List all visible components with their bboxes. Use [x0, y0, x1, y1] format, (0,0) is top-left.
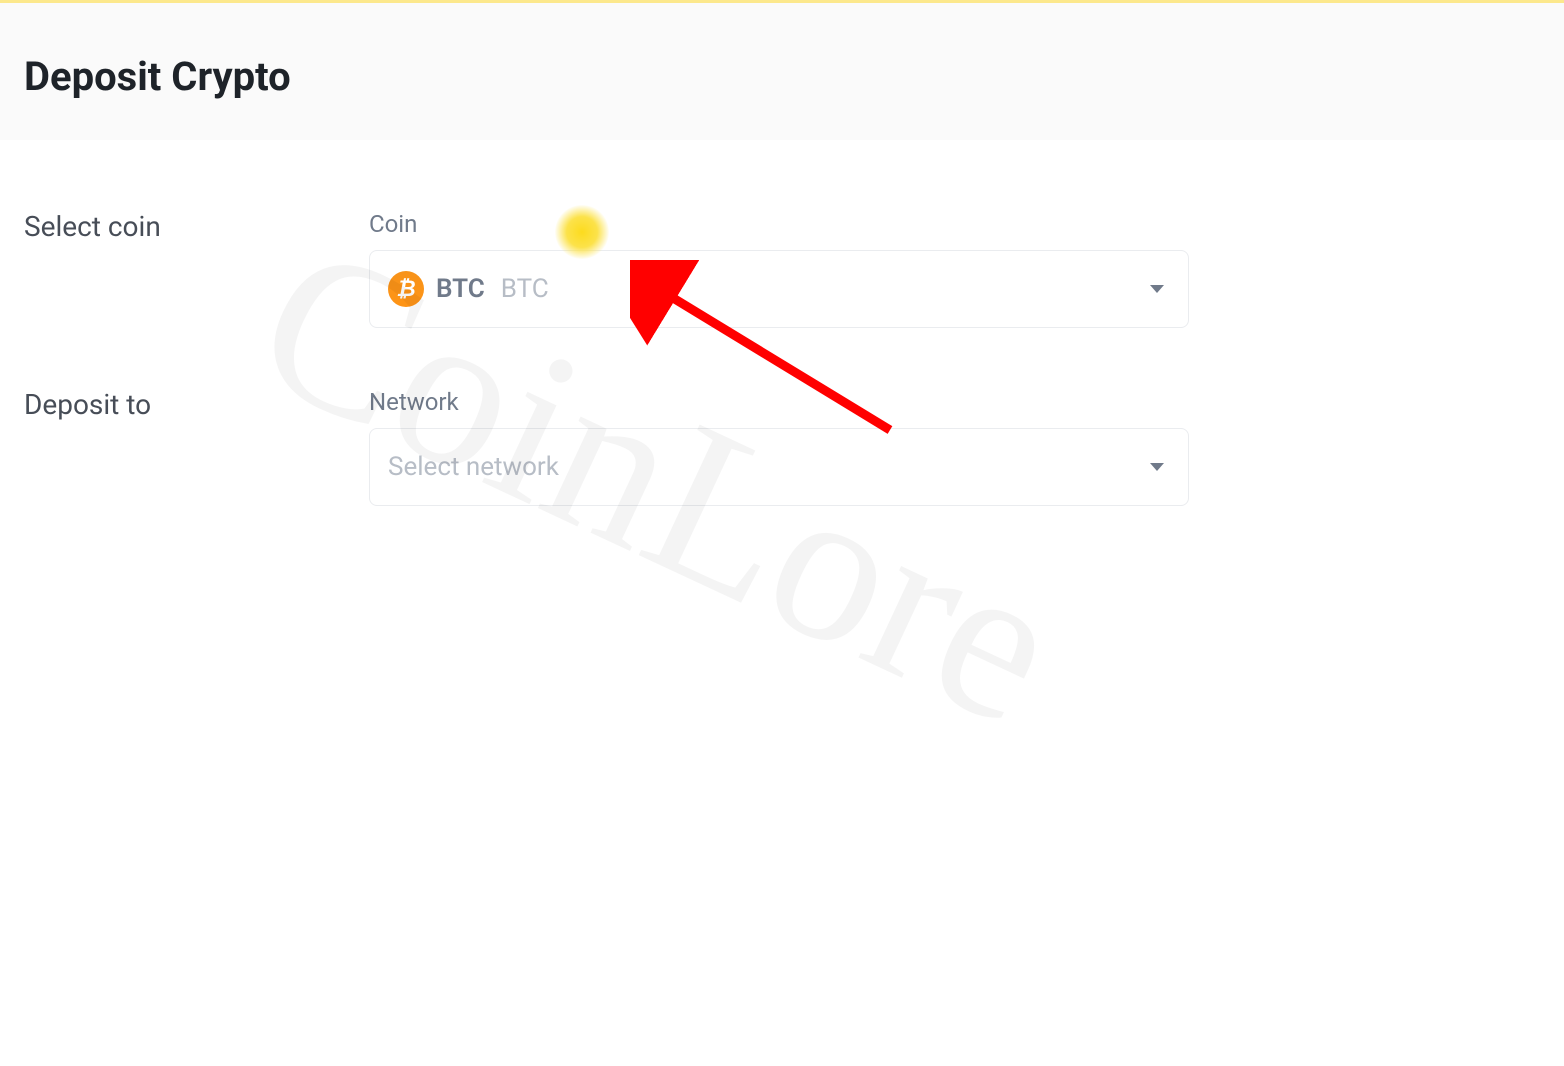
- network-dropdown-value: Select network: [388, 452, 559, 482]
- coin-row: Select coin Coin ₿ BTC BTC: [24, 210, 1540, 328]
- coin-dropdown-value: ₿ BTC BTC: [388, 271, 549, 307]
- content-area: Select coin Coin ₿ BTC BTC Deposit to Ne…: [0, 140, 1564, 590]
- coin-name: BTC: [501, 274, 549, 304]
- network-row: Deposit to Network Select network: [24, 388, 1540, 506]
- select-coin-label: Select coin: [24, 210, 369, 328]
- coin-ticker: BTC: [436, 274, 485, 304]
- coin-field-label: Coin: [369, 210, 1189, 238]
- chevron-down-icon: [1150, 285, 1164, 293]
- network-dropdown[interactable]: Select network: [369, 428, 1189, 506]
- bitcoin-icon: ₿: [388, 271, 424, 307]
- coin-field-area: Coin ₿ BTC BTC: [369, 210, 1189, 328]
- chevron-down-icon: [1150, 463, 1164, 471]
- network-field-area: Network Select network: [369, 388, 1189, 506]
- coin-dropdown[interactable]: ₿ BTC BTC: [369, 250, 1189, 328]
- page-header: Deposit Crypto: [0, 0, 1564, 140]
- network-placeholder: Select network: [388, 452, 559, 482]
- network-field-label: Network: [369, 388, 1189, 416]
- deposit-to-label: Deposit to: [24, 388, 369, 506]
- page-title: Deposit Crypto: [24, 53, 1540, 100]
